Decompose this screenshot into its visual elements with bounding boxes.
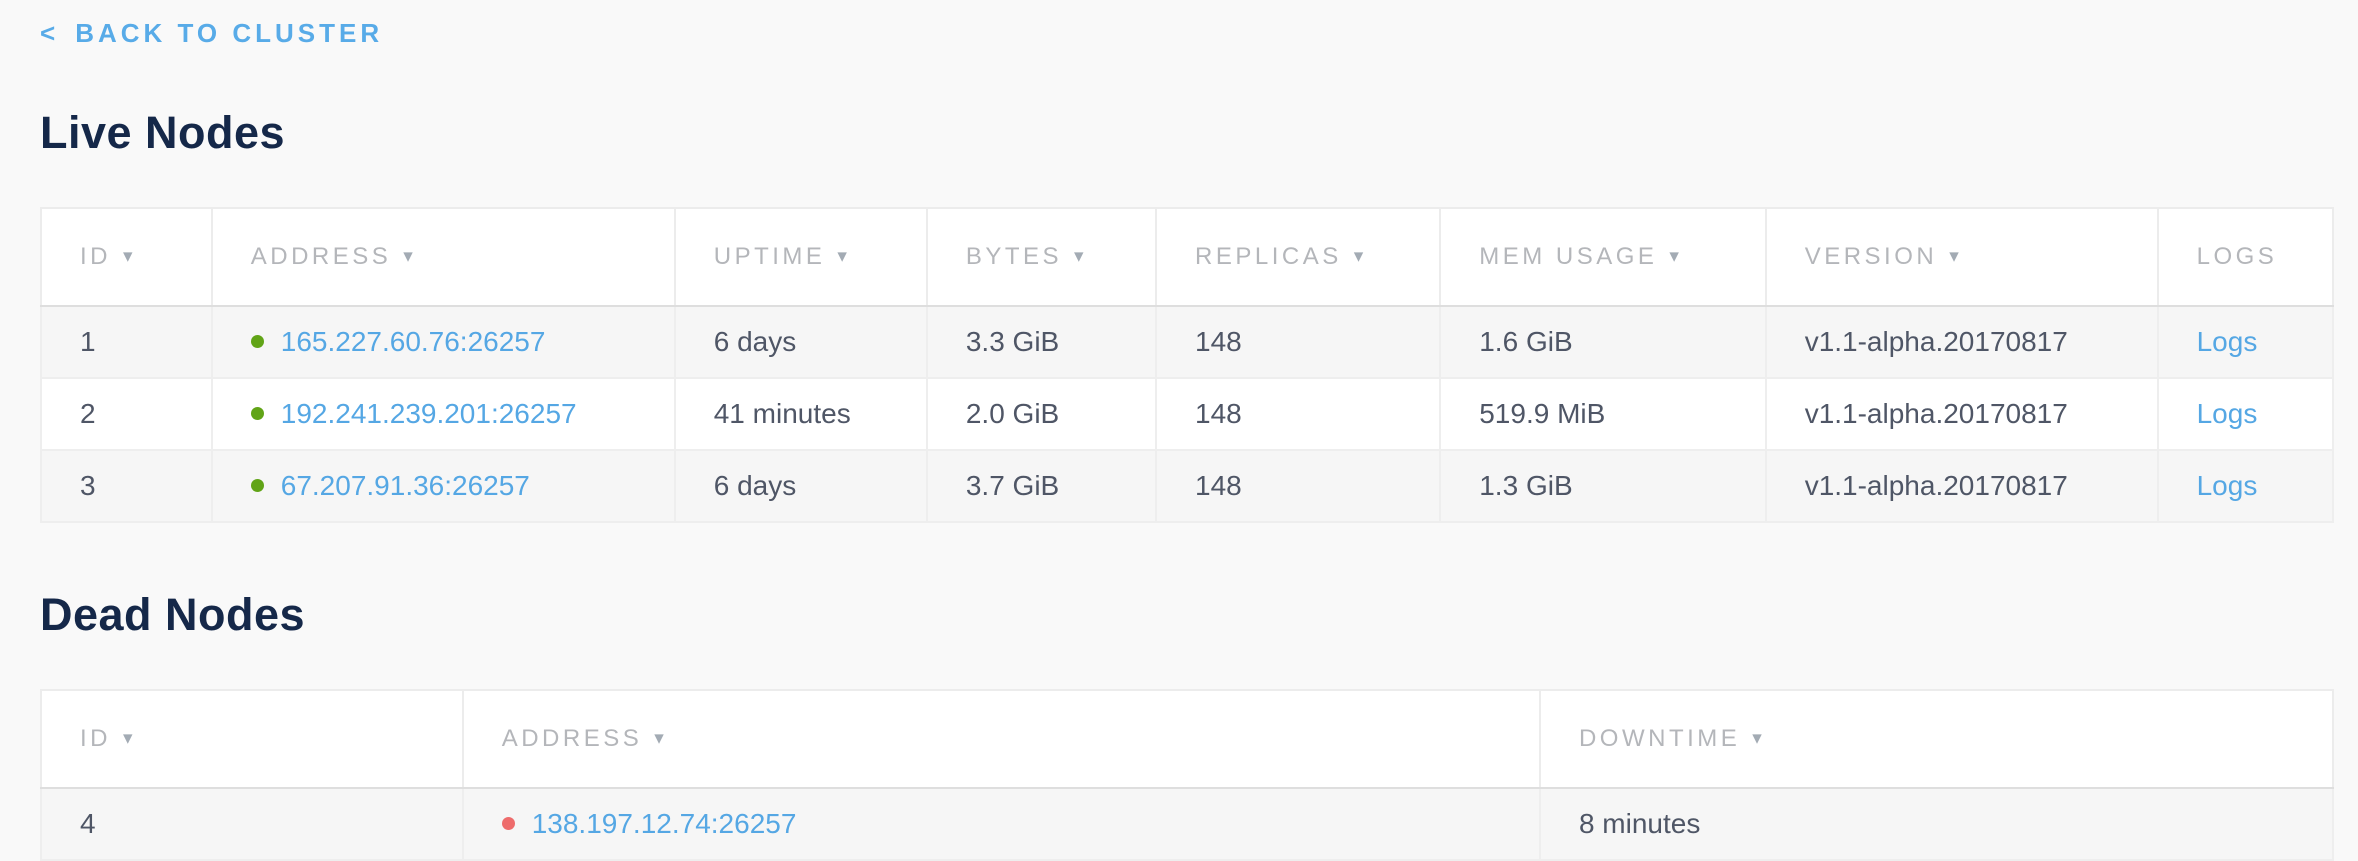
live-column-header-bytes[interactable]: BYTES ▾ [927,208,1156,306]
back-link-label: BACK TO CLUSTER [75,18,383,49]
sort-arrow-icon: ▾ [1949,246,1962,267]
sort-arrow-icon: ▾ [403,246,416,267]
node-address-link[interactable]: 138.197.12.74:26257 [532,808,797,839]
node-id-cell: 3 [41,450,212,522]
node-uptime-cell: 6 days [675,450,927,522]
dead-status-dot-icon [502,817,515,830]
node-logs-cell: Logs [2158,450,2333,522]
node-bytes-cell: 3.3 GiB [927,306,1156,378]
dead-nodes-title: Dead Nodes [40,589,2334,641]
live-column-header-logs: LOGS [2158,208,2333,306]
column-label: MEM USAGE [1479,243,1657,270]
column-label: ADDRESS [502,725,643,752]
sort-arrow-icon: ▾ [837,246,850,267]
node-id-cell: 1 [41,306,212,378]
column-label: REPLICAS [1195,243,1342,270]
column-label: LOGS [2197,243,2278,270]
node-mem-usage-cell: 1.3 GiB [1440,450,1765,522]
node-replicas-cell: 148 [1156,378,1440,450]
node-mem-usage-cell: 1.6 GiB [1440,306,1765,378]
node-version-cell: v1.1-alpha.20170817 [1766,378,2158,450]
node-replicas-cell: 148 [1156,306,1440,378]
node-address-cell: 138.197.12.74:26257 [463,788,1540,860]
sort-arrow-icon: ▾ [123,728,136,749]
dead-nodes-header-row: ID ▾ ADDRESS ▾ DOWNTIME ▾ [41,690,2333,788]
column-label: ID [80,243,111,270]
node-address-link[interactable]: 67.207.91.36:26257 [281,470,530,501]
node-id-cell: 2 [41,378,212,450]
live-nodes-title: Live Nodes [40,107,2334,159]
sort-arrow-icon: ▾ [123,246,136,267]
node-id-cell: 4 [41,788,463,860]
node-address-cell: 67.207.91.36:26257 [212,450,675,522]
node-address-link[interactable]: 165.227.60.76:26257 [281,326,546,357]
live-column-header-uptime[interactable]: UPTIME ▾ [675,208,927,306]
live-status-dot-icon [251,479,264,492]
node-bytes-cell: 3.7 GiB [927,450,1156,522]
dead-nodes-table: ID ▾ ADDRESS ▾ DOWNTIME ▾ 4 138.197.12.74:2… [40,689,2334,861]
column-label: DOWNTIME [1579,725,1740,752]
column-label: ID [80,725,111,752]
live-nodes-header-row: ID ▾ ADDRESS ▾ UPTIME ▾ BYTES ▾ REPLICAS ▾ ME… [41,208,2333,306]
node-uptime-cell: 6 days [675,306,927,378]
dead-column-header-address[interactable]: ADDRESS ▾ [463,690,1540,788]
node-bytes-cell: 2.0 GiB [927,378,1156,450]
live-column-header-replicas[interactable]: REPLICAS ▾ [1156,208,1440,306]
sort-arrow-icon: ▾ [654,728,667,749]
live-node-row: 1 165.227.60.76:26257 6 days 3.3 GiB 148… [41,306,2333,378]
back-to-cluster-link[interactable]: < BACK TO CLUSTER [40,18,383,49]
live-column-header-id[interactable]: ID ▾ [41,208,212,306]
live-column-header-address[interactable]: ADDRESS ▾ [212,208,675,306]
node-replicas-cell: 148 [1156,450,1440,522]
nodes-overview-page: < BACK TO CLUSTER Live Nodes ID ▾ ADDRESS… [0,0,2358,861]
column-label: BYTES [966,243,1062,270]
sort-arrow-icon: ▾ [1354,246,1367,267]
column-label: UPTIME [714,243,826,270]
node-downtime-cell: 8 minutes [1540,788,2333,860]
live-status-dot-icon [251,335,264,348]
node-version-cell: v1.1-alpha.20170817 [1766,450,2158,522]
node-mem-usage-cell: 519.9 MiB [1440,378,1765,450]
sort-arrow-icon: ▾ [1669,246,1682,267]
node-logs-link[interactable]: Logs [2197,326,2258,357]
column-label: VERSION [1805,243,1938,270]
node-version-cell: v1.1-alpha.20170817 [1766,306,2158,378]
dead-column-header-id[interactable]: ID ▾ [41,690,463,788]
node-logs-link[interactable]: Logs [2197,470,2258,501]
live-status-dot-icon [251,407,264,420]
live-column-header-mem-usage[interactable]: MEM USAGE ▾ [1440,208,1765,306]
back-chevron-icon: < [40,18,59,49]
sort-arrow-icon: ▾ [1074,246,1087,267]
node-uptime-cell: 41 minutes [675,378,927,450]
dead-node-row: 4 138.197.12.74:26257 8 minutes [41,788,2333,860]
dead-column-header-downtime[interactable]: DOWNTIME ▾ [1540,690,2333,788]
live-node-row: 2 192.241.239.201:26257 41 minutes 2.0 G… [41,378,2333,450]
node-logs-link[interactable]: Logs [2197,398,2258,429]
sort-arrow-icon: ▾ [1752,728,1765,749]
column-label: ADDRESS [251,243,392,270]
node-address-cell: 165.227.60.76:26257 [212,306,675,378]
node-address-link[interactable]: 192.241.239.201:26257 [281,398,577,429]
live-nodes-table: ID ▾ ADDRESS ▾ UPTIME ▾ BYTES ▾ REPLICAS ▾ ME… [40,207,2334,523]
node-logs-cell: Logs [2158,378,2333,450]
live-node-row: 3 67.207.91.36:26257 6 days 3.7 GiB 148 … [41,450,2333,522]
node-address-cell: 192.241.239.201:26257 [212,378,675,450]
live-column-header-version[interactable]: VERSION ▾ [1766,208,2158,306]
node-logs-cell: Logs [2158,306,2333,378]
